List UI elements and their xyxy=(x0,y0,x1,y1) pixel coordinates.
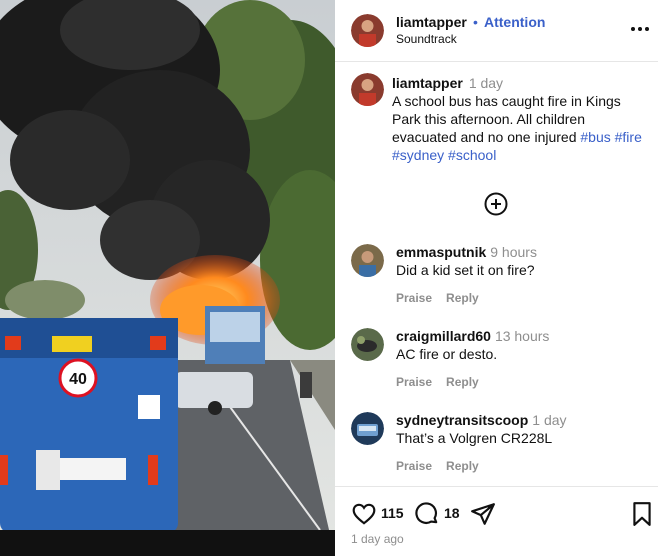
comment-time: 1 day xyxy=(532,412,567,428)
comment-actions: Praise Reply xyxy=(396,459,493,473)
comment-item: emmasputnik 9 hours Did a kid set it on f… xyxy=(335,244,658,314)
follow-button[interactable]: Attention xyxy=(484,14,545,30)
commenter-avatar[interactable] xyxy=(351,328,384,361)
praise-button[interactable]: Praise xyxy=(396,459,432,473)
caption-username[interactable]: liamtapper xyxy=(392,75,463,91)
comment-item: sydneytransitscoop 1 day That’s a Volgren… xyxy=(335,412,658,482)
reply-button[interactable]: Reply xyxy=(446,291,479,305)
speed-sign-text: 40 xyxy=(69,371,87,388)
comment-actions: Praise Reply xyxy=(396,375,493,389)
bookmark-icon[interactable] xyxy=(631,501,653,527)
reply-button[interactable]: Reply xyxy=(446,375,479,389)
comment-text: That’s a Volgren CR228L xyxy=(396,430,553,446)
like-count[interactable]: 115 xyxy=(381,505,404,521)
bus-fire-video-frame: 40 xyxy=(0,0,335,556)
more-horizontal-icon[interactable] xyxy=(629,20,651,38)
post-timestamp[interactable]: 1 day ago xyxy=(351,532,404,546)
post-footer: 115 18 1 day ago xyxy=(335,486,658,556)
separator-dot: • xyxy=(473,14,478,30)
post-caption: liamtapper 1 day A school bus has caught … xyxy=(392,74,642,164)
hashtag[interactable]: #sydney xyxy=(392,147,444,163)
post-details-panel: liamtapper • Attention Soundtrack liamta… xyxy=(335,0,658,556)
reply-button[interactable]: Reply xyxy=(446,459,479,473)
commenter-avatar[interactable] xyxy=(351,244,384,277)
author-avatar[interactable] xyxy=(351,14,384,47)
share-icon[interactable] xyxy=(470,501,496,527)
praise-button[interactable]: Praise xyxy=(396,291,432,305)
hashtag[interactable]: #school xyxy=(448,147,496,163)
commenter-username: craigmillard60 13 hours xyxy=(396,328,550,344)
commenter-username: sydneytransitscoop 1 day xyxy=(396,412,567,428)
comment-text: AC fire or desto. xyxy=(396,346,498,362)
comment-item: craigmillard60 13 hours AC fire or desto.… xyxy=(335,328,658,398)
plus-circle-icon[interactable] xyxy=(484,192,508,216)
commenter-username: emmasputnik 9 hours xyxy=(396,244,537,260)
caption-author-avatar[interactable] xyxy=(351,73,384,106)
praise-button[interactable]: Praise xyxy=(396,375,432,389)
post-header: liamtapper • Attention Soundtrack xyxy=(335,0,658,62)
comment-icon[interactable] xyxy=(414,501,440,527)
heart-icon[interactable] xyxy=(351,501,377,527)
commenter-avatar[interactable] xyxy=(351,412,384,445)
comment-text: Did a kid set it on fire? xyxy=(396,262,535,278)
comment-count[interactable]: 18 xyxy=(444,505,460,521)
hashtag[interactable]: #bus xyxy=(580,129,610,145)
comment-actions: Praise Reply xyxy=(396,291,493,305)
hashtag[interactable]: #fire xyxy=(615,129,642,145)
comment-time: 13 hours xyxy=(494,328,550,344)
audio-label[interactable]: Soundtrack xyxy=(396,32,457,46)
comment-time: 9 hours xyxy=(490,244,537,260)
caption-time: 1 day xyxy=(468,75,504,91)
author-username[interactable]: liamtapper xyxy=(396,14,467,30)
post-media[interactable]: 40 xyxy=(0,0,335,556)
